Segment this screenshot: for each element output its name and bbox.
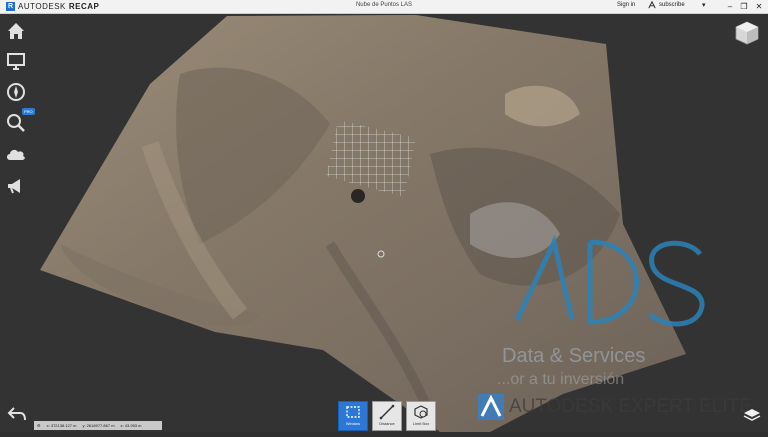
sign-in-link[interactable]: Sign in [617, 2, 635, 8]
distance-tool-button[interactable]: Distance [372, 401, 402, 431]
brand-name: AUTODESK [18, 2, 66, 11]
point-cloud-viewport[interactable] [0, 14, 768, 432]
coord-gear-icon[interactable]: ⚙ [37, 423, 41, 428]
home-icon [8, 23, 24, 39]
subscribe-label: subscribe [659, 2, 685, 8]
home-button[interactable] [5, 20, 27, 42]
layers-button[interactable] [742, 405, 762, 425]
display-button[interactable] [5, 50, 27, 72]
ads-watermark-logo [512, 232, 712, 332]
expert-elite-watermark: AUTODESK EXPERT ELITE [478, 394, 752, 420]
navigate-button[interactable] [5, 81, 27, 103]
pro-badge: PRO [22, 108, 35, 115]
announce-button[interactable] [5, 175, 27, 197]
restore-button[interactable]: ❐ [737, 0, 751, 13]
recap-logo-icon: R [6, 2, 15, 11]
coordinate-readout: ⚙ x: 372138.127 m y: 2618977.867 m z: 43… [34, 421, 162, 430]
title-bar: R AUTODESK RECAP Nube de Puntos LAS Sign… [0, 0, 768, 14]
coord-z: z: 43.953 m [120, 423, 142, 428]
ads-logo-icon [514, 234, 705, 327]
watermark-line1: Data & Services [502, 345, 646, 367]
back-button[interactable] [6, 404, 28, 424]
product-name: RECAP [68, 2, 100, 11]
search-icon [7, 114, 25, 132]
back-arrow-icon [7, 407, 26, 421]
window-select-icon [346, 406, 360, 418]
distance-icon [379, 404, 395, 420]
measure-toolbar: Window Distance Limit Box [338, 401, 436, 431]
view-cube-icon [735, 21, 759, 45]
app-logo: R AUTODESK RECAP [6, 1, 99, 12]
close-button[interactable]: ✕ [752, 0, 766, 13]
limit-box-icon [414, 405, 428, 419]
account-dropdown-icon[interactable]: ▾ [702, 1, 706, 9]
cloud-button[interactable] [5, 144, 27, 166]
point-cloud-terrain [40, 15, 686, 432]
window-tool-label: Window [345, 421, 361, 426]
coord-x: x: 372138.127 m [46, 423, 77, 428]
distance-tool-label: Distance [379, 421, 395, 426]
cloud-icon [7, 149, 25, 160]
limit-box-tool-label: Limit Box [412, 421, 430, 426]
autodesk-a-icon [648, 1, 656, 9]
autodesk-logo-icon [478, 394, 504, 420]
expert-elite-text: AUTODESK EXPERT ELITE [509, 396, 752, 417]
subscribe-link[interactable]: subscribe [648, 1, 685, 9]
view-cube[interactable] [734, 20, 760, 46]
coord-y: y: 2618977.867 m [82, 423, 115, 428]
layers-icon [743, 409, 761, 421]
left-sidebar: PRO [0, 14, 35, 432]
limit-box-tool-button[interactable]: Limit Box [406, 401, 436, 431]
minimize-button[interactable]: – [723, 0, 737, 13]
watermark-line2: ...or a tu inversión [497, 371, 625, 388]
monitor-icon [7, 53, 25, 70]
window-tool-button[interactable]: Window [338, 401, 368, 431]
megaphone-icon [8, 179, 20, 194]
search-button[interactable]: PRO [5, 108, 35, 134]
compass-icon [7, 83, 25, 101]
